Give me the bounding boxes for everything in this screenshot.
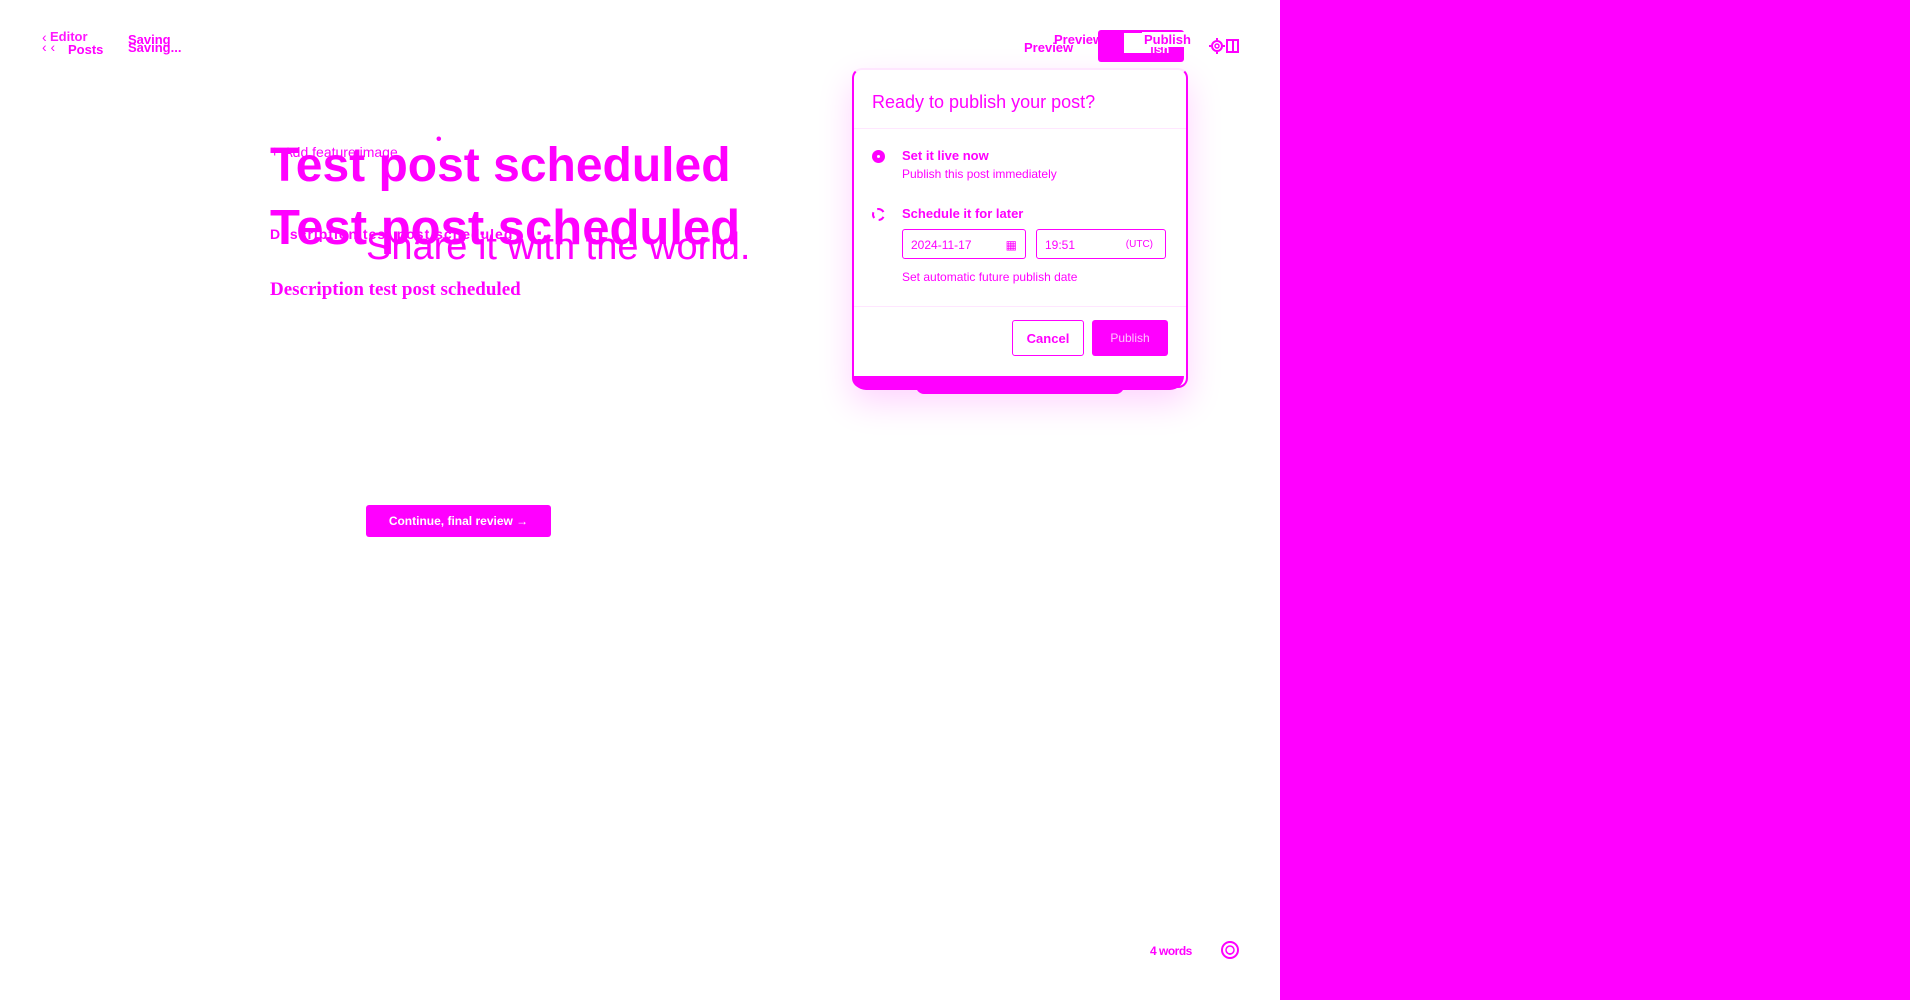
- preview-button[interactable]: Preview Preview: [1024, 32, 1103, 55]
- help-button[interactable]: [1220, 940, 1240, 960]
- timezone-label: (UTC): [1125, 239, 1153, 250]
- schedule-time-input[interactable]: 19:51 (UTC): [1036, 229, 1166, 259]
- back-label: Posts: [68, 42, 104, 57]
- save-status: Saving Saving...: [128, 32, 181, 55]
- post-title-text: Test post scheduled: [270, 139, 731, 192]
- post-title[interactable]: Test post scheduled •: [270, 132, 731, 192]
- divider: [854, 306, 1186, 307]
- schedule-hint: Set automatic future publish date: [902, 270, 1078, 284]
- gear-icon: [1209, 38, 1239, 54]
- post-excerpt[interactable]: Description test post scheduled: [270, 279, 521, 301]
- right-side-panel: [1280, 0, 1910, 1000]
- share-tagline: Share it with the world.: [366, 226, 751, 268]
- time-value: 19:51: [1045, 238, 1076, 252]
- back-to-posts-link[interactable]: ‹ Editor ‹ ‹ Posts: [42, 29, 112, 60]
- radio-selected-icon[interactable]: [872, 150, 885, 163]
- popover-title: Ready to publish your post?: [872, 92, 1096, 112]
- calendar-icon[interactable]: ▦: [1006, 238, 1017, 252]
- radio-unselected-icon[interactable]: [872, 208, 885, 221]
- divider: [854, 128, 1186, 129]
- word-count: 4 words: [1150, 944, 1192, 958]
- schedule-date-input[interactable]: 2024-11-17 ▦: [902, 229, 1026, 259]
- option-description: Publish this post immediately: [902, 167, 1057, 181]
- chevron-left-icon: ‹ ‹: [42, 39, 56, 55]
- publish-popover: Ready to publish your post? Set it live …: [852, 68, 1188, 394]
- help-icon: [1221, 941, 1239, 959]
- publish-label: Publish: [1126, 42, 1170, 56]
- settings-toggle[interactable]: [1208, 36, 1240, 56]
- cancel-button[interactable]: Cancel: [1012, 320, 1084, 356]
- confirm-publish-button[interactable]: Publish: [1092, 320, 1168, 356]
- option-label: Schedule it for later: [902, 206, 1024, 221]
- publish-menu-button[interactable]: Publish Publish: [1098, 30, 1193, 62]
- editor-canvas: ‹ Editor ‹ ‹ Posts Saving Saving... Prev…: [0, 0, 1280, 1000]
- date-value: 2024-11-17: [911, 238, 972, 252]
- option-label: Set it live now: [902, 148, 989, 163]
- save-status-ghost: Saving: [128, 32, 171, 47]
- text-cursor: •: [436, 131, 442, 148]
- preview-ghost-label: Preview: [1054, 32, 1104, 47]
- continue-final-review-button[interactable]: Continue, final review →: [366, 505, 551, 537]
- popover-shadow-bar: [916, 386, 1124, 394]
